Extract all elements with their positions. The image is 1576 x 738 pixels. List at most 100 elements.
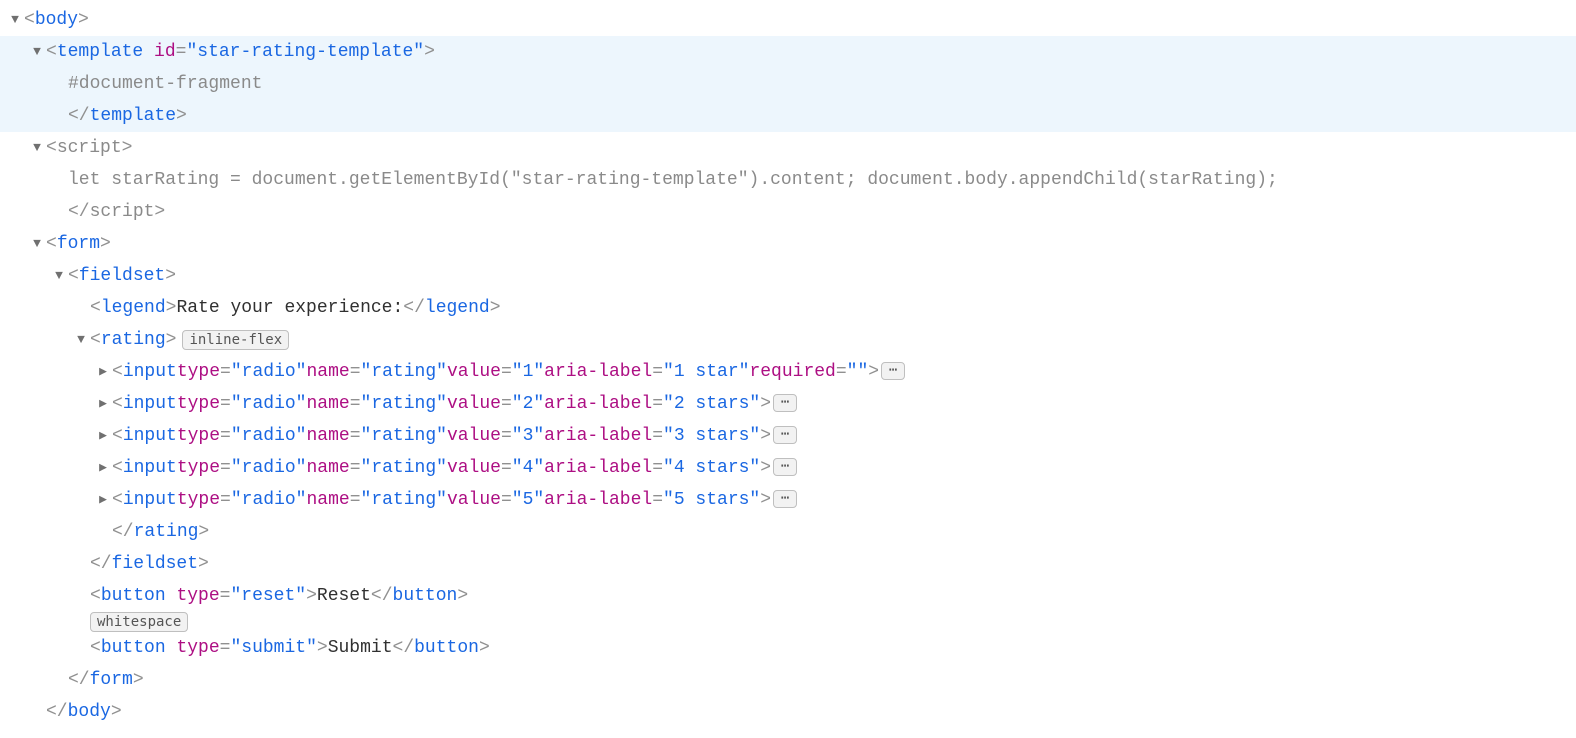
tag-name: button xyxy=(101,580,166,612)
attr-value: "4" xyxy=(512,452,544,484)
attr-value: "reset" xyxy=(230,580,306,612)
dom-node-form-close[interactable]: </form> xyxy=(0,664,1576,696)
dom-node-input[interactable]: ▶<input type="radio" name="rating" value… xyxy=(0,388,1576,420)
dom-node-template-close[interactable]: </template> xyxy=(0,100,1576,132)
dom-node-input[interactable]: ▶<input type="radio" name="rating" value… xyxy=(0,452,1576,484)
ellipsis-badge[interactable]: ⋯ xyxy=(773,394,797,412)
attr-name: type xyxy=(177,420,220,452)
attr-name: name xyxy=(306,452,349,484)
dom-node-button-submit[interactable]: <button type="submit">Submit</button> xyxy=(0,632,1576,664)
tag-name: legend xyxy=(101,292,166,324)
disclosure-right-icon[interactable]: ▶ xyxy=(96,452,110,484)
tag-name: rating xyxy=(134,516,199,548)
attr-name: value xyxy=(447,484,501,516)
tag-name: form xyxy=(57,228,100,260)
dom-node-input[interactable]: ▶<input type="radio" name="rating" value… xyxy=(0,356,1576,388)
dom-node-input[interactable]: ▶<input type="radio" name="rating" value… xyxy=(0,484,1576,516)
attr-value: "rating" xyxy=(361,452,447,484)
dom-node-template[interactable]: ▼ <template id="star-rating-template"> xyxy=(0,36,1576,68)
ellipsis-badge[interactable]: ⋯ xyxy=(773,458,797,476)
attr-name: type xyxy=(176,632,219,664)
tag-name: fieldset xyxy=(79,260,165,292)
tag-name: input xyxy=(123,484,177,516)
attr-value: "5 stars" xyxy=(663,484,760,516)
whitespace-badge[interactable]: whitespace xyxy=(90,612,188,632)
attr-value: "radio" xyxy=(231,388,307,420)
script-text: let starRating = document.getElementById… xyxy=(68,164,1278,196)
attr-name: name xyxy=(306,420,349,452)
dom-node-button-reset[interactable]: <button type="reset">Reset</button> xyxy=(0,580,1576,612)
attr-value: "radio" xyxy=(231,452,307,484)
attr-name: required xyxy=(749,356,835,388)
dom-node-script-content[interactable]: let starRating = document.getElementById… xyxy=(0,164,1576,196)
ellipsis-badge[interactable]: ⋯ xyxy=(881,362,905,380)
attr-value: "radio" xyxy=(231,420,307,452)
attr-name: type xyxy=(176,580,219,612)
tag-name: body xyxy=(68,696,111,728)
dom-node-fieldset[interactable]: ▼ <fieldset> xyxy=(0,260,1576,292)
disclosure-down-icon[interactable]: ▼ xyxy=(74,324,88,356)
attr-name: type xyxy=(177,452,220,484)
attr-name: aria-label xyxy=(544,452,652,484)
dom-node-fieldset-close[interactable]: </fieldset> xyxy=(0,548,1576,580)
disclosure-right-icon[interactable]: ▶ xyxy=(96,388,110,420)
attr-name: value xyxy=(447,388,501,420)
disclosure-down-icon[interactable]: ▼ xyxy=(8,4,22,36)
dom-node-rating[interactable]: ▼ <rating> inline-flex xyxy=(0,324,1576,356)
attr-value: "3 stars" xyxy=(663,420,760,452)
dom-node-legend[interactable]: <legend>Rate your experience:</legend> xyxy=(0,292,1576,324)
attr-name: value xyxy=(447,452,501,484)
attr-name: value xyxy=(447,420,501,452)
disclosure-right-icon[interactable]: ▶ xyxy=(96,420,110,452)
ellipsis-badge[interactable]: ⋯ xyxy=(773,490,797,508)
disclosure-down-icon[interactable]: ▼ xyxy=(30,228,44,260)
dom-node-document-fragment[interactable]: #document-fragment xyxy=(0,68,1576,100)
attr-value: "2" xyxy=(512,388,544,420)
tag-name: legend xyxy=(425,292,490,324)
attr-name: value xyxy=(447,356,501,388)
text-node: Submit xyxy=(328,632,393,664)
attr-value: "5" xyxy=(512,484,544,516)
tag-name: input xyxy=(123,388,177,420)
document-fragment-label: #document-fragment xyxy=(68,68,262,100)
attr-value: "rating" xyxy=(361,388,447,420)
tag-name: button xyxy=(393,580,458,612)
attr-name: aria-label xyxy=(544,388,652,420)
attr-value: "3" xyxy=(512,420,544,452)
disclosure-down-icon[interactable]: ▼ xyxy=(30,36,44,68)
text-node: Rate your experience: xyxy=(176,292,403,324)
dom-node-script-close[interactable]: </script> xyxy=(0,196,1576,228)
attr-value: "rating" xyxy=(361,356,447,388)
attr-value: "2 stars" xyxy=(663,388,760,420)
attr-name: aria-label xyxy=(544,356,652,388)
ellipsis-badge[interactable]: ⋯ xyxy=(773,426,797,444)
attr-value: "rating" xyxy=(361,484,447,516)
dom-node-body[interactable]: ▼ <body> xyxy=(0,4,1576,36)
dom-node-form[interactable]: ▼ <form> xyxy=(0,228,1576,260)
dom-node-input[interactable]: ▶<input type="radio" name="rating" value… xyxy=(0,420,1576,452)
disclosure-right-icon[interactable]: ▶ xyxy=(96,484,110,516)
disclosure-down-icon[interactable]: ▼ xyxy=(30,132,44,164)
attr-name: aria-label xyxy=(544,484,652,516)
tag-name: rating xyxy=(101,324,166,356)
attr-value: "1 star" xyxy=(663,356,749,388)
dom-node-rating-close[interactable]: </rating> xyxy=(0,516,1576,548)
display-badge[interactable]: inline-flex xyxy=(182,330,289,350)
attr-value: "4 stars" xyxy=(663,452,760,484)
tag-name: input xyxy=(123,356,177,388)
tag-name: input xyxy=(123,420,177,452)
tag-name: fieldset xyxy=(112,548,198,580)
attr-name: name xyxy=(306,388,349,420)
attr-name: name xyxy=(306,484,349,516)
disclosure-right-icon[interactable]: ▶ xyxy=(96,356,110,388)
tag-name: input xyxy=(123,452,177,484)
disclosure-down-icon[interactable]: ▼ xyxy=(52,260,66,292)
tag-name: button xyxy=(101,632,166,664)
dom-node-script[interactable]: ▼ <script> xyxy=(0,132,1576,164)
attr-name: id xyxy=(154,36,176,68)
tag-name: template xyxy=(90,100,176,132)
dom-node-body-close[interactable]: </body> xyxy=(0,696,1576,728)
attr-value: "star-rating-template" xyxy=(186,36,424,68)
dom-node-whitespace[interactable]: whitespace xyxy=(0,612,1576,632)
attr-name: type xyxy=(177,388,220,420)
